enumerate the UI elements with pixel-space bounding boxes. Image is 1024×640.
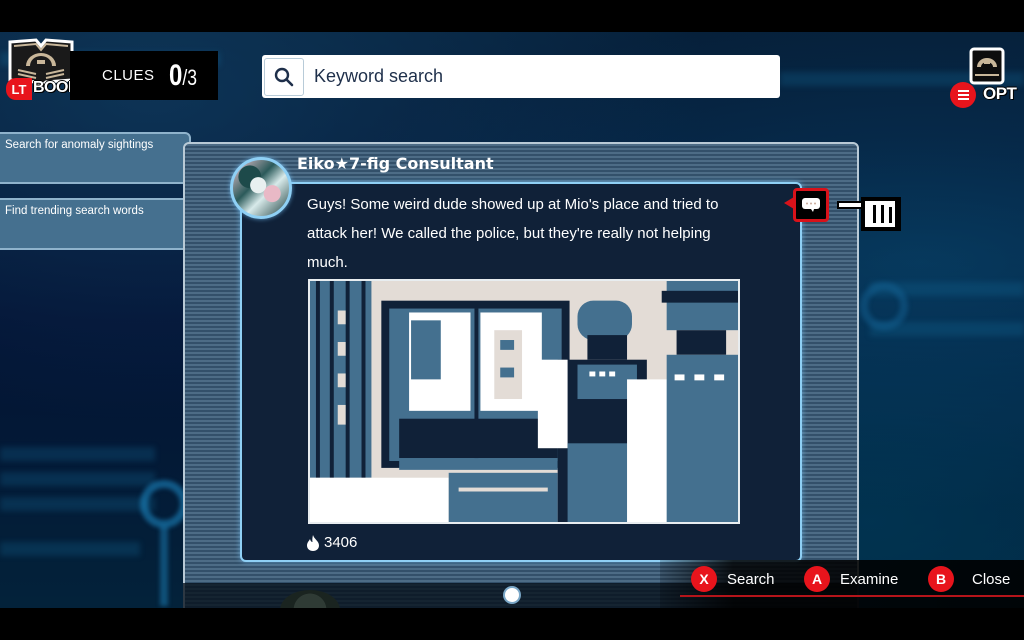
letterbox-top <box>0 0 1024 32</box>
bg-circuit-node <box>860 282 908 330</box>
flame-icon <box>307 534 319 551</box>
bg-circuit-line <box>0 472 155 486</box>
search-button[interactable] <box>264 57 304 96</box>
menu-icon-bar <box>957 98 969 100</box>
post-author-name: Eiko★7-fig Consultant <box>297 154 494 173</box>
keyword-search-input[interactable] <box>314 66 754 87</box>
bg-circuit-stem <box>160 526 168 606</box>
letterbox-bottom <box>0 608 1024 640</box>
search-icon <box>274 67 294 86</box>
hint-bar-underline <box>680 595 1024 597</box>
hint-close[interactable]: B Close <box>928 566 1010 592</box>
menu-button[interactable] <box>950 82 976 108</box>
clues-counter: CLUES 0/3 <box>70 51 218 100</box>
likes-counter[interactable]: 3406 <box>306 534 357 551</box>
hint-label: Examine <box>840 570 899 588</box>
side-tab-anomaly-sightings[interactable]: Search for anomaly sightings <box>0 132 191 184</box>
a-button-icon: A <box>804 566 830 592</box>
author-avatar <box>230 157 292 219</box>
lt-button-badge[interactable]: LT <box>6 78 32 100</box>
opt-label: OPT <box>983 84 1017 103</box>
side-tab-trending-words[interactable]: Find trending search words <box>0 198 191 250</box>
menu-icon-bar <box>957 94 969 96</box>
clues-label: CLUES <box>102 67 155 84</box>
hint-label: Close <box>972 570 1011 588</box>
speech-bubble-icon <box>802 198 820 212</box>
game-screen: LT BOOK CLUES 0/3 OPT Search for anomaly… <box>0 0 1024 640</box>
clues-found: 0 <box>168 58 182 92</box>
clues-count: 0/3 <box>169 59 197 93</box>
keyword-search-bar[interactable] <box>262 55 780 98</box>
hint-search[interactable]: X Search <box>691 566 775 592</box>
b-button-icon: B <box>928 566 954 592</box>
side-tab-label: Find trending search words <box>5 205 144 217</box>
bg-circuit-node <box>140 480 188 528</box>
bg-circuit-line <box>0 497 155 511</box>
side-tab-label: Search for anomaly sightings <box>5 139 154 151</box>
bg-circuit-line <box>0 542 140 556</box>
likes-count: 3406 <box>324 534 358 551</box>
bg-circuit-line <box>0 447 155 461</box>
comment-button[interactable] <box>793 188 829 222</box>
post-body-text: Guys! Some weird dude showed up at Mio's… <box>307 196 719 271</box>
pointing-hand-cursor-icon <box>837 197 901 231</box>
x-button-icon: X <box>691 566 717 592</box>
hint-examine[interactable]: A Examine <box>804 566 898 592</box>
options-icon[interactable] <box>969 47 1005 85</box>
page-indicator-dot[interactable] <box>505 588 519 602</box>
menu-icon-bar <box>957 90 969 92</box>
clues-total: /3 <box>181 64 197 90</box>
hint-label: Search <box>727 570 775 588</box>
post-image[interactable] <box>308 279 740 524</box>
